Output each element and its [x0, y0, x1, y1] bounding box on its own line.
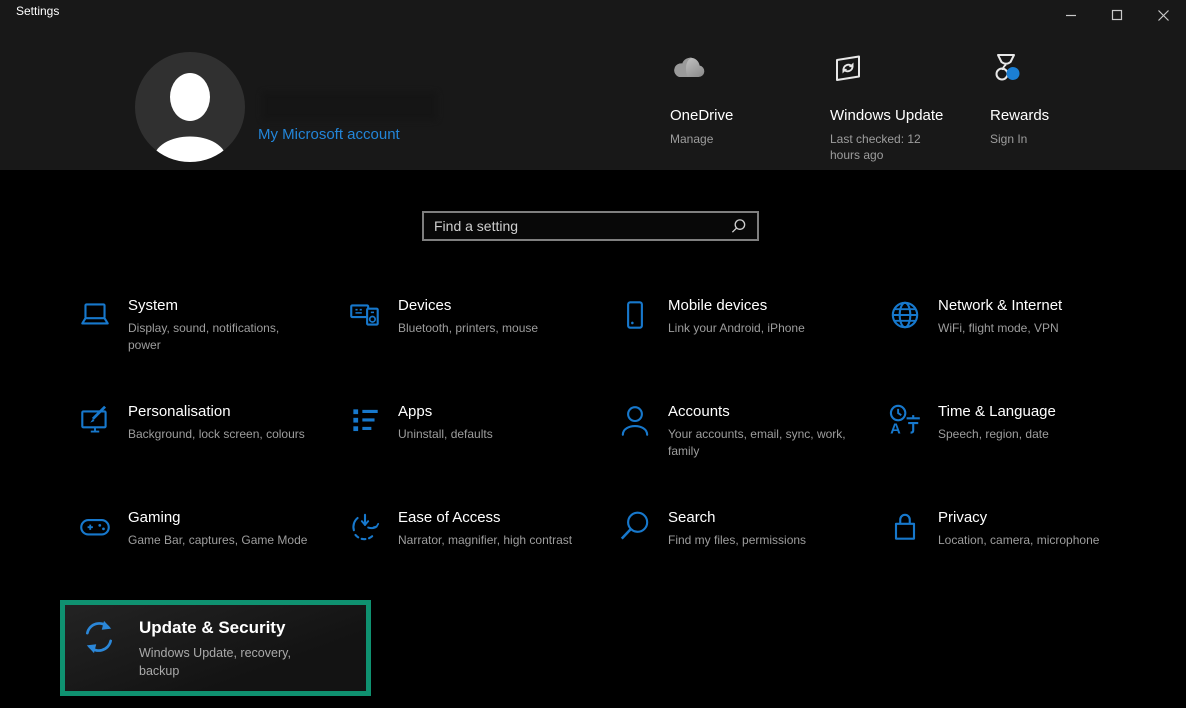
gamepad-icon [75, 509, 115, 549]
quick-action-title: Windows Update [830, 107, 980, 124]
quick-action-title: Rewards [990, 107, 1140, 124]
tile-subtitle: Game Bar, captures, Game Mode [128, 532, 313, 549]
quick-action-windows-update[interactable]: Windows Update Last checked: 12 hours ag… [830, 52, 980, 163]
person-icon [615, 403, 655, 443]
tile-title: Privacy [938, 509, 1123, 526]
tile-title: Search [668, 509, 853, 526]
settings-window: Settings [0, 0, 1186, 708]
tile-title: Accounts [668, 403, 853, 420]
tile-network-internet[interactable]: Network & Internet WiFi, flight mode, VP… [885, 297, 1155, 403]
tile-subtitle: Display, sound, notifications, power [128, 320, 313, 354]
tile-title: Gaming [128, 509, 313, 526]
avatar [135, 52, 245, 162]
tile-mobile-devices[interactable]: Mobile devices Link your Android, iPhone [615, 297, 885, 403]
tile-subtitle: Your accounts, email, sync, work, family [668, 426, 853, 460]
tile-subtitle: Link your Android, iPhone [668, 320, 853, 337]
close-icon [1157, 9, 1170, 22]
minimize-button[interactable] [1048, 0, 1094, 30]
tile-title: Personalisation [128, 403, 313, 420]
tile-ease-of-access[interactable]: Ease of Access Narrator, magnifier, high… [345, 509, 615, 615]
globe-icon [885, 297, 925, 337]
quick-action-title: OneDrive [670, 107, 820, 124]
tile-title: Time & Language [938, 403, 1123, 420]
quick-action-rewards[interactable]: Rewards Sign In [990, 52, 1140, 147]
tile-subtitle: WiFi, flight mode, VPN [938, 320, 1123, 337]
search-icon [615, 509, 655, 549]
tile-subtitle: Find my files, permissions [668, 532, 853, 549]
tile-title: Network & Internet [938, 297, 1123, 314]
tile-system[interactable]: System Display, sound, notifications, po… [75, 297, 345, 403]
tile-apps[interactable]: Apps Uninstall, defaults [345, 403, 615, 509]
tile-privacy[interactable]: Privacy Location, camera, microphone [885, 509, 1155, 615]
search-input[interactable] [434, 218, 730, 234]
quick-action-subtitle: Last checked: 12 hours ago [830, 131, 930, 163]
tile-subtitle: Windows Update, recovery, backup [139, 644, 319, 680]
rewards-medal-icon [990, 52, 1140, 86]
cloud-icon [670, 52, 820, 86]
apps-list-icon [345, 403, 385, 443]
tile-title: Ease of Access [398, 509, 583, 526]
svg-text:A: A [890, 422, 901, 438]
quick-action-subtitle: Manage [670, 131, 820, 147]
laptop-icon [75, 297, 115, 337]
header-band: Settings [0, 0, 1186, 170]
quick-action-onedrive[interactable]: OneDrive Manage [670, 52, 820, 147]
tile-title: System [128, 297, 313, 314]
maximize-icon [1111, 9, 1123, 21]
sync-icon [79, 617, 117, 659]
person-silhouette-icon [135, 52, 245, 162]
search-icon [730, 218, 747, 235]
tile-subtitle: Location, camera, microphone [938, 532, 1123, 549]
tile-personalisation[interactable]: Personalisation Background, lock screen,… [75, 403, 345, 509]
windows-update-icon [830, 52, 980, 86]
minimize-icon [1065, 9, 1077, 21]
tile-subtitle: Narrator, magnifier, high contrast [398, 532, 583, 549]
time-language-icon: A [885, 403, 925, 443]
lock-icon [885, 509, 925, 549]
maximize-button[interactable] [1094, 0, 1140, 30]
user-name-redacted [262, 92, 437, 120]
quick-action-subtitle: Sign In [990, 131, 1140, 147]
tile-devices[interactable]: Devices Bluetooth, printers, mouse [345, 297, 615, 403]
devices-icon [345, 297, 385, 337]
tile-title: Update & Security [139, 618, 324, 638]
search-box [422, 211, 759, 241]
tile-subtitle: Uninstall, defaults [398, 426, 583, 443]
tile-title: Apps [398, 403, 583, 420]
tile-title: Mobile devices [668, 297, 853, 314]
personalisation-icon [75, 403, 115, 443]
close-button[interactable] [1140, 0, 1186, 30]
window-title: Settings [16, 4, 59, 18]
tile-accounts[interactable]: Accounts Your accounts, email, sync, wor… [615, 403, 885, 509]
tile-update-security[interactable]: Update & Security Windows Update, recove… [60, 600, 371, 696]
window-controls [1048, 0, 1186, 30]
microsoft-account-link[interactable]: My Microsoft account [258, 126, 400, 143]
ease-of-access-icon [345, 509, 385, 549]
category-grid: System Display, sound, notifications, po… [75, 297, 1155, 615]
tile-time-language[interactable]: A Time & Language Speech, region, date [885, 403, 1155, 509]
tile-search[interactable]: Search Find my files, permissions [615, 509, 885, 615]
tile-title: Devices [398, 297, 583, 314]
tile-subtitle: Speech, region, date [938, 426, 1123, 443]
phone-icon [615, 297, 655, 337]
tile-subtitle: Bluetooth, printers, mouse [398, 320, 583, 337]
tile-subtitle: Background, lock screen, colours [128, 426, 313, 443]
